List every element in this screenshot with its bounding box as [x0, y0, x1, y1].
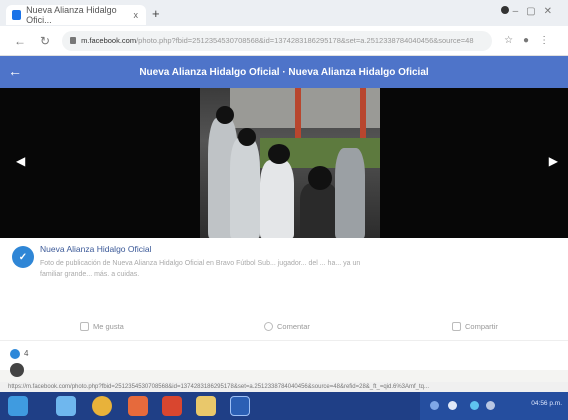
page-avatar[interactable]: ✓: [12, 246, 34, 268]
toolbar-icons: ☆●⋮: [504, 35, 559, 46]
volume-icon[interactable]: [486, 401, 495, 410]
browser-tab[interactable]: Nueva Alianza Hidalgo Ofici... x: [6, 5, 146, 25]
comment-label: Comentar: [277, 322, 310, 331]
photo-viewer-header: ← Nueva Alianza Hidalgo Oficial · Nueva …: [0, 56, 568, 88]
folder-icon[interactable]: [196, 396, 216, 416]
taskbar: 04:56 p.m.: [0, 392, 568, 420]
tray-icon[interactable]: [448, 401, 457, 410]
reactions-bar[interactable]: 4: [0, 340, 568, 377]
profile-icon[interactable]: ●: [523, 35, 539, 46]
photo-figure: [335, 148, 365, 238]
page-name-link[interactable]: Nueva Alianza Hidalgo Oficial: [40, 244, 152, 254]
address-host: m.facebook.com: [81, 36, 137, 45]
next-photo-icon[interactable]: ▶: [549, 154, 558, 168]
comment-button[interactable]: Comentar: [264, 322, 310, 331]
post-details: ✓ Nueva Alianza Hidalgo Oficial Foto de …: [0, 238, 568, 340]
post-caption: Foto de publicación de Nueva Alianza Hid…: [40, 260, 361, 278]
close-window-icon[interactable]: ✕: [544, 6, 560, 17]
reaction-count: 4: [24, 349, 29, 358]
back-arrow-icon[interactable]: ←: [14, 34, 26, 48]
app-icon[interactable]: [162, 396, 182, 416]
share-label: Compartir: [465, 322, 498, 331]
post-photo: [200, 88, 380, 238]
lock-icon: [70, 37, 77, 44]
tab-close-icon[interactable]: x: [134, 10, 139, 20]
record-icon[interactable]: [500, 6, 509, 14]
like-reaction-icon: [10, 349, 20, 359]
header-title: Nueva Alianza Hidalgo Oficial · Nueva Al…: [139, 66, 429, 78]
reload-icon[interactable]: ↻: [40, 34, 50, 48]
like-button[interactable]: Me gusta: [80, 322, 124, 331]
browser-tab-strip: Nueva Alianza Hidalgo Ofici... x + –▢✕: [0, 0, 568, 26]
photo-figure: [300, 183, 338, 238]
photo-head: [216, 106, 234, 124]
browser-toolbar: ← ↻ m.facebook.com /photo.php?fbid=25123…: [0, 26, 568, 56]
photo-viewer[interactable]: ◀ ▶: [0, 88, 568, 238]
facebook-favicon-icon: [12, 10, 22, 20]
photo-head: [238, 128, 256, 146]
tray-icon[interactable]: [430, 401, 439, 410]
minimize-icon[interactable]: –: [513, 6, 527, 17]
menu-icon[interactable]: ⋮: [539, 35, 559, 46]
previous-photo-icon[interactable]: ◀: [16, 154, 25, 168]
commenter-avatar: [10, 363, 24, 377]
photo-figure: [230, 138, 260, 238]
photo-head: [268, 144, 290, 164]
photo-background: [230, 88, 380, 128]
status-bar-url: https://m.facebook.com/photo.php?fbid=25…: [0, 382, 568, 392]
photo-head: [308, 166, 332, 190]
internet-explorer-icon[interactable]: [56, 396, 76, 416]
photo-figure: [260, 160, 294, 238]
address-path: /photo.php?fbid=2512354530708568&id=1374…: [136, 36, 474, 45]
maximize-icon[interactable]: ▢: [526, 6, 543, 17]
comment-icon: [264, 322, 273, 331]
network-icon[interactable]: [470, 401, 479, 410]
tab-title: Nueva Alianza Hidalgo Ofici...: [26, 5, 117, 25]
address-bar[interactable]: m.facebook.com /photo.php?fbid=251235453…: [62, 30, 493, 51]
share-button[interactable]: Compartir: [452, 322, 498, 331]
word-icon[interactable]: [230, 396, 250, 416]
taskbar-clock: 04:56 p.m.: [531, 400, 562, 407]
window-controls: –▢✕: [500, 6, 560, 17]
like-label: Me gusta: [93, 322, 124, 331]
media-player-icon[interactable]: [128, 396, 148, 416]
chrome-icon[interactable]: [92, 396, 112, 416]
post-actions: Me gusta Comentar Compartir: [0, 322, 568, 338]
thumbs-up-icon: [80, 322, 89, 331]
back-arrow-icon[interactable]: ←: [8, 63, 22, 79]
new-tab-button[interactable]: +: [152, 6, 160, 21]
system-tray: 04:56 p.m.: [420, 392, 568, 420]
bookmark-star-icon[interactable]: ☆: [504, 35, 523, 46]
start-button-icon[interactable]: [8, 396, 28, 416]
share-icon: [452, 322, 461, 331]
